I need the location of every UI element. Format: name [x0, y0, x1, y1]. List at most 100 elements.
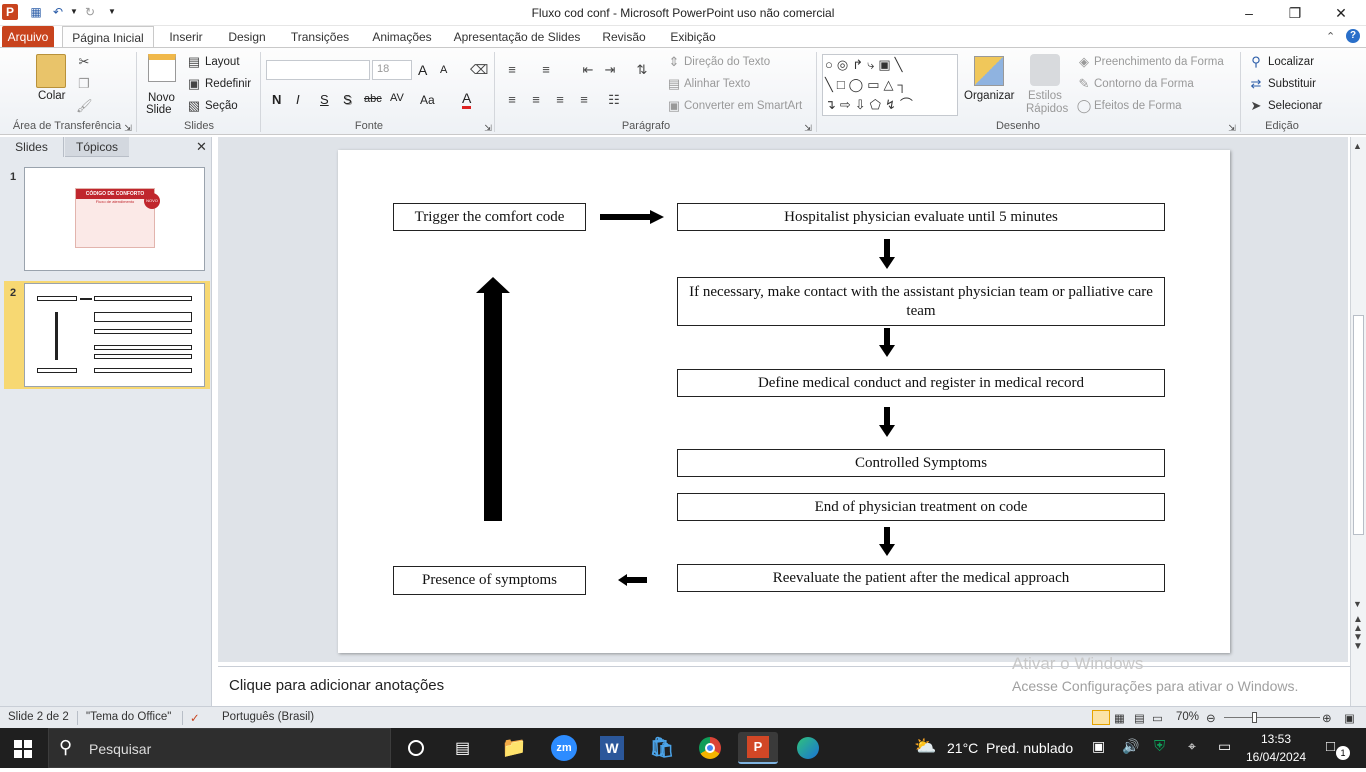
- decrease-indent-icon[interactable]: ⇤: [580, 62, 596, 78]
- clipboard-launcher-icon[interactable]: ⇲: [120, 120, 136, 136]
- align-text-button[interactable]: Alinhar Texto: [684, 78, 750, 90]
- text-direction-button[interactable]: Direção do Texto: [684, 56, 770, 68]
- bullets-icon[interactable]: ≡: [504, 62, 520, 78]
- arrow-down[interactable]: [878, 328, 896, 357]
- powerpoint-taskbar-icon[interactable]: P: [738, 732, 778, 764]
- next-slide-icon[interactable]: ▼ ▼: [1353, 633, 1363, 652]
- find-icon[interactable]: ⚲: [1248, 54, 1264, 70]
- shape-effects-icon[interactable]: ◯: [1076, 98, 1092, 114]
- restore-button[interactable]: ❐: [1272, 0, 1318, 26]
- notes-pane[interactable]: Clique para adicionar anotações Ativar o…: [218, 654, 1350, 706]
- replace-button[interactable]: Substituir: [1268, 78, 1316, 90]
- slide-thumbnail-2[interactable]: [24, 283, 205, 387]
- font-size-select[interactable]: 18: [372, 60, 412, 80]
- security-shield-icon[interactable]: ⛨: [1154, 738, 1165, 755]
- store-app-icon[interactable]: 🛍: [642, 732, 682, 764]
- tab-design[interactable]: Design: [224, 26, 270, 48]
- font-name-select[interactable]: [266, 60, 370, 80]
- normal-view-icon[interactable]: [1092, 710, 1110, 725]
- section-icon[interactable]: ▧: [186, 98, 202, 114]
- flow-box-controlled[interactable]: Controlled Symptoms: [677, 449, 1165, 477]
- align-text-icon[interactable]: ▤: [666, 76, 682, 92]
- zoom-in-icon[interactable]: ⊕: [1322, 711, 1332, 725]
- close-button[interactable]: ✕: [1318, 0, 1364, 26]
- flow-box-end-treatment[interactable]: End of physician treatment on code: [677, 493, 1165, 521]
- battery-icon[interactable]: ▭: [1218, 738, 1231, 755]
- shadow-button[interactable]: S: [343, 92, 352, 107]
- shape-outline-icon[interactable]: ✎: [1076, 76, 1092, 92]
- fit-to-window-icon[interactable]: ▣: [1344, 711, 1355, 725]
- new-slide-label-2[interactable]: Slide: [146, 104, 172, 116]
- vertical-scrollbar[interactable]: ▲ ▼ ▲ ▲ ▼ ▼: [1350, 137, 1366, 706]
- text-direction-icon[interactable]: ⇕: [666, 54, 682, 70]
- flow-box-reevaluate[interactable]: Reevaluate the patient after the medical…: [677, 564, 1165, 592]
- tab-topicos[interactable]: Tópicos: [65, 137, 129, 157]
- underline-button[interactable]: S: [320, 92, 329, 107]
- previous-slide-icon[interactable]: ▲ ▲: [1353, 615, 1363, 634]
- shape-fill-button[interactable]: Preenchimento da Forma: [1094, 56, 1224, 68]
- zoom-level[interactable]: 70%: [1176, 711, 1199, 723]
- flow-box-define-conduct[interactable]: Define medical conduct and register in m…: [677, 369, 1165, 397]
- convert-smartart-button[interactable]: Converter em SmartArt: [684, 100, 802, 112]
- font-color-button[interactable]: A: [462, 90, 472, 109]
- quick-styles-label-1[interactable]: Estilos: [1028, 90, 1062, 102]
- notifications-icon[interactable]: □: [1326, 738, 1335, 755]
- cut-icon[interactable]: ✂: [76, 54, 92, 70]
- layout-button[interactable]: Layout: [205, 56, 240, 68]
- help-icon[interactable]: ?: [1346, 29, 1360, 43]
- zoom-slider[interactable]: [1224, 717, 1320, 718]
- tab-slides[interactable]: Slides: [0, 137, 64, 157]
- align-right-icon[interactable]: ≡: [552, 92, 568, 108]
- spellcheck-icon[interactable]: ✓: [190, 711, 200, 725]
- tab-transicoes[interactable]: Transições: [288, 26, 352, 48]
- slide-sorter-icon[interactable]: ▦: [1114, 711, 1125, 725]
- arrange-icon[interactable]: [974, 56, 1004, 86]
- weather-temperature[interactable]: 21°C: [947, 740, 978, 756]
- find-button[interactable]: Localizar: [1268, 56, 1314, 68]
- columns-icon[interactable]: ☷: [606, 92, 622, 108]
- slide-thumbnail-1[interactable]: CÓDIGO DE CONFORTO Fluxo de atendimento …: [24, 167, 205, 271]
- clear-format-icon[interactable]: ⌫: [470, 62, 488, 78]
- shape-fill-icon[interactable]: ◈: [1076, 54, 1092, 70]
- scroll-down-icon[interactable]: ▼: [1353, 599, 1362, 609]
- section-button[interactable]: Seção: [205, 100, 238, 112]
- arrow-up[interactable]: [476, 277, 510, 521]
- strikethrough-button[interactable]: abc: [364, 93, 382, 105]
- clock-time[interactable]: 13:53: [1246, 732, 1306, 746]
- tab-exibicao[interactable]: Exibição: [666, 26, 720, 48]
- shape-effects-button[interactable]: Efeitos de Forma: [1094, 100, 1182, 112]
- tab-pagina-inicial[interactable]: Página Inicial: [62, 26, 154, 48]
- tab-inserir[interactable]: Inserir: [164, 26, 208, 48]
- reset-icon[interactable]: ▣: [186, 76, 202, 92]
- notes-placeholder[interactable]: Clique para adicionar anotações: [229, 677, 444, 694]
- character-spacing-button[interactable]: AV: [390, 92, 404, 104]
- cortana-icon[interactable]: [408, 740, 424, 756]
- edge-app-icon[interactable]: [788, 732, 828, 764]
- italic-button[interactable]: I: [296, 92, 300, 107]
- volume-icon[interactable]: 🔊: [1122, 738, 1139, 755]
- format-painter-icon[interactable]: 🖌: [76, 98, 93, 114]
- network-icon[interactable]: ⌖: [1188, 738, 1196, 755]
- weather-icon[interactable]: ⛅: [914, 736, 936, 757]
- flow-box-trigger[interactable]: Trigger the comfort code: [393, 203, 586, 231]
- justify-icon[interactable]: ≡: [576, 92, 592, 108]
- task-view-icon[interactable]: ▤: [455, 738, 470, 758]
- arrow-down[interactable]: [878, 407, 896, 437]
- flow-box-hospitalist[interactable]: Hospitalist physician evaluate until 5 m…: [677, 203, 1165, 231]
- flow-box-presence[interactable]: Presence of symptoms: [393, 566, 586, 595]
- meet-now-icon[interactable]: ▣: [1092, 738, 1105, 755]
- collapse-ribbon-icon[interactable]: ⌃: [1326, 30, 1335, 43]
- language-indicator[interactable]: Português (Brasil): [222, 711, 314, 723]
- align-left-icon[interactable]: ≡: [504, 92, 520, 108]
- replace-icon[interactable]: ⇄: [1248, 76, 1264, 92]
- align-center-icon[interactable]: ≡: [528, 92, 544, 108]
- arrow-down[interactable]: [878, 239, 896, 269]
- windows-start-icon[interactable]: [14, 740, 32, 758]
- close-panel-icon[interactable]: ✕: [196, 139, 207, 155]
- bold-button[interactable]: N: [272, 92, 281, 107]
- paste-icon[interactable]: [36, 54, 66, 88]
- taskbar-search-box[interactable]: ⚲ Pesquisar: [48, 728, 391, 768]
- paste-button[interactable]: Colar: [38, 90, 65, 102]
- shape-outline-button[interactable]: Contorno da Forma: [1094, 78, 1194, 90]
- arrow-right[interactable]: [600, 210, 664, 224]
